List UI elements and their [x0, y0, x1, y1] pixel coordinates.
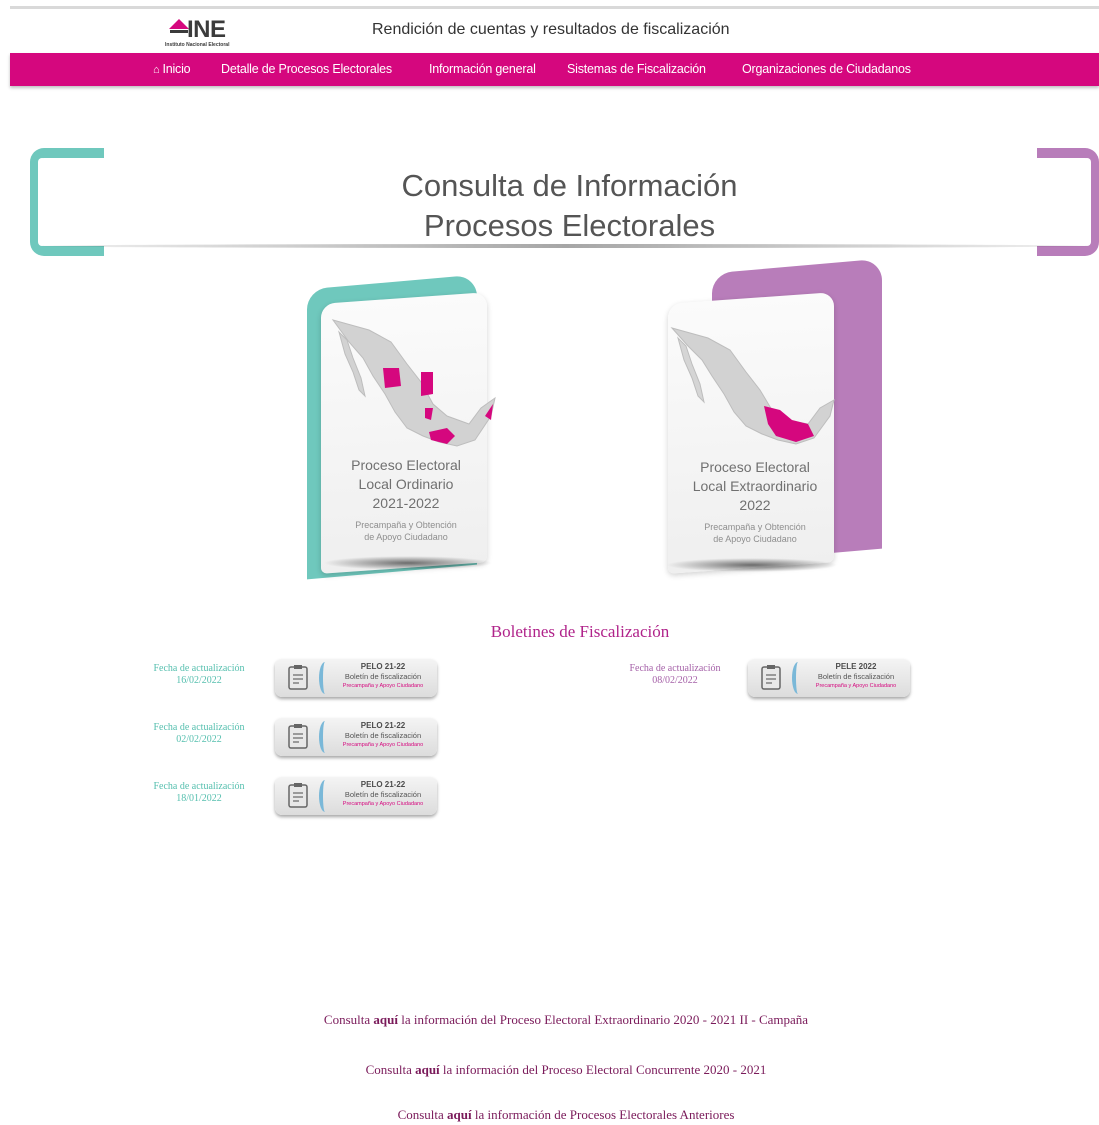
- link-aqui: aquí: [373, 1012, 398, 1027]
- link-text: Consulta: [397, 1107, 448, 1122]
- card-proceso-local-ordinario[interactable]: Proceso Electoral Local Ordinario 2021-2…: [303, 268, 496, 580]
- home-icon: ⌂: [153, 64, 160, 76]
- page-title-line-2: Procesos Electorales: [423, 208, 716, 243]
- fecha-label: Fecha de actualización: [153, 722, 245, 733]
- fecha-value: 02/02/2022: [176, 734, 222, 745]
- nav-item-inicio[interactable]: ⌂ Inicio: [153, 62, 191, 76]
- link-proceso-extraordinario-2020-2021[interactable]: Consulta aquí la información del Proceso…: [0, 1012, 1099, 1028]
- card-title-line: 2022: [739, 497, 771, 513]
- main-navbar: ⌂ Inicio Detalle de Procesos Electorales …: [10, 53, 1099, 86]
- link-procesos-anteriores[interactable]: Consulta aquí la información de Procesos…: [0, 1107, 1099, 1123]
- fecha-value: 08/02/2022: [652, 675, 698, 686]
- page-banner: Consulta de Información Procesos Elector…: [30, 148, 1099, 260]
- boletin-tag: Precampaña y Apoyo Ciudadano: [342, 801, 424, 807]
- boletin-tag: Precampaña y Apoyo Ciudadano: [342, 683, 424, 689]
- ine-logo-icon: [169, 19, 189, 33]
- boletin-tag: Precampaña y Apoyo Ciudadano: [815, 683, 897, 689]
- fecha-label: Fecha de actualización: [153, 663, 245, 674]
- top-rule: [10, 6, 1099, 9]
- card-subtitle-line: Precampaña y Obtención: [704, 522, 806, 532]
- fecha-actualizacion: Fecha de actualización 08/02/2022: [620, 663, 730, 687]
- nav-item-detalle-procesos[interactable]: Detalle de Procesos Electorales: [221, 62, 392, 76]
- boletin-button[interactable]: PELO 21-22 Boletín de fiscalización Prec…: [275, 718, 437, 756]
- boletin-code: PELO 21-22: [360, 662, 406, 671]
- swoosh-decoration: [319, 721, 331, 753]
- logo-subtext: Instituto Nacional Electoral: [165, 42, 230, 48]
- fecha-value: 18/01/2022: [176, 793, 222, 804]
- card-shadow: [323, 556, 493, 570]
- card-title-line: Proceso Electoral: [700, 459, 810, 475]
- boletin-name: Boletín de fiscalización: [817, 672, 895, 681]
- swoosh-decoration: [792, 662, 804, 694]
- card-text: Proceso Electoral Local Ordinario 2021-2…: [321, 456, 491, 543]
- boletin-name: Boletín de fiscalización: [344, 672, 422, 681]
- clipboard-icon: [288, 783, 308, 808]
- nav-item-label: Inicio: [162, 62, 191, 76]
- nav-item-sistemas-fiscalizacion[interactable]: Sistemas de Fiscalización: [567, 62, 706, 76]
- boletin-code: PELO 21-22: [360, 721, 406, 730]
- fecha-actualizacion: Fecha de actualización 18/01/2022: [144, 781, 254, 805]
- card-title-line: Local Extraordinario: [692, 478, 818, 494]
- card-proceso-local-extraordinario[interactable]: Proceso Electoral Local Extraordinario 2…: [660, 258, 882, 574]
- link-text: Consulta: [323, 1012, 374, 1027]
- clipboard-icon: [761, 665, 781, 690]
- fecha-actualizacion: Fecha de actualización 02/02/2022: [144, 722, 254, 746]
- boletin-button[interactable]: PELO 21-22 Boletín de fiscalización Prec…: [275, 777, 437, 815]
- boletin-name: Boletín de fiscalización: [344, 731, 422, 740]
- mexico-map-icon: [670, 327, 835, 445]
- boletin-tag: Precampaña y Apoyo Ciudadano: [342, 742, 424, 748]
- fecha-actualizacion: Fecha de actualización 16/02/2022: [144, 663, 254, 687]
- clipboard-icon: [288, 724, 308, 749]
- page-title: Consulta de Información Procesos Elector…: [30, 166, 1099, 246]
- boletin-button[interactable]: PELO 21-22 Boletín de fiscalización Prec…: [275, 659, 437, 697]
- card-text: Proceso Electoral Local Extraordinario 2…: [670, 458, 840, 545]
- card-title-line: Proceso Electoral: [351, 457, 461, 473]
- card-title-line: 2021-2022: [372, 495, 440, 511]
- link-proceso-concurrente-2020-2021[interactable]: Consulta aquí la información del Proceso…: [0, 1062, 1099, 1078]
- fecha-value: 16/02/2022: [176, 675, 222, 686]
- nav-item-organizaciones[interactable]: Organizaciones de Ciudadanos: [742, 62, 911, 76]
- page-title-line-1: Consulta de Información: [401, 168, 738, 203]
- link-aqui: aquí: [415, 1062, 440, 1077]
- mexico-map-icon: [331, 319, 496, 447]
- swoosh-decoration: [319, 780, 331, 812]
- card-shadow: [666, 558, 838, 572]
- clipboard-icon: [288, 665, 308, 690]
- boletin-code: PELO 21-22: [360, 780, 406, 789]
- link-text: la información de Procesos Electorales A…: [471, 1107, 735, 1122]
- card-subtitle-line: de Apoyo Ciudadano: [364, 532, 448, 542]
- logo-text: INE: [187, 16, 226, 43]
- card-subtitle-line: de Apoyo Ciudadano: [713, 534, 797, 544]
- card-title-line: Local Ordinario: [358, 476, 454, 492]
- link-aqui: aquí: [447, 1107, 472, 1122]
- fecha-label: Fecha de actualización: [629, 663, 721, 674]
- link-text: la información del Proceso Electoral Con…: [439, 1062, 767, 1077]
- boletin-code: PELE 2022: [835, 662, 877, 671]
- card-subtitle-line: Precampaña y Obtención: [355, 520, 457, 530]
- site-header: INE Instituto Nacional Electoral Rendici…: [0, 12, 1099, 52]
- boletines-title: Boletines de Fiscalización: [490, 622, 670, 641]
- fecha-label: Fecha de actualización: [153, 781, 245, 792]
- swoosh-decoration: [319, 662, 331, 694]
- site-title: Rendición de cuentas y resultados de fis…: [372, 21, 730, 38]
- ine-logo[interactable]: INE Instituto Nacional Electoral: [165, 16, 260, 50]
- link-text: la información del Proceso Electoral Ext…: [397, 1012, 809, 1027]
- boletin-button[interactable]: PELE 2022 Boletín de fiscalización Preca…: [748, 659, 910, 697]
- nav-item-informacion-general[interactable]: Información general: [429, 62, 536, 76]
- boletin-name: Boletín de fiscalización: [344, 790, 422, 799]
- link-text: Consulta: [365, 1062, 416, 1077]
